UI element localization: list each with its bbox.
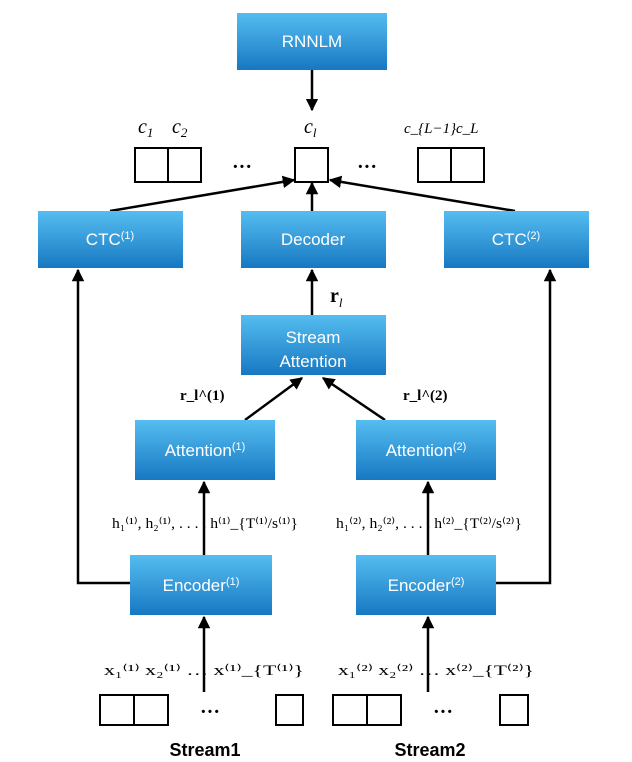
- svg-text:Attention: Attention: [279, 352, 346, 371]
- arrow-enc1-ctc1: [71, 268, 130, 585]
- label-rl: rl: [330, 285, 343, 310]
- svg-text:Stream: Stream: [286, 328, 341, 347]
- rnnlm-block: RNNLM: [237, 13, 387, 70]
- stream-attention-block: Stream Attention: [241, 315, 386, 375]
- arrow-enc2-ctc2: [496, 268, 557, 585]
- attention2-block: Attention(2): [356, 420, 496, 480]
- label-x2: x₁⁽²⁾ x₂⁽²⁾ … x⁽²⁾_{T⁽²⁾}: [338, 663, 534, 679]
- label-rl1: r_l^(1): [180, 388, 225, 404]
- arrow-attn1-streamattn: [244, 376, 304, 422]
- stream1-label: Stream1: [169, 740, 240, 760]
- label-cL: c_L: [456, 121, 479, 137]
- label-c2: c2: [172, 116, 188, 140]
- attention1-block: Attention(1): [135, 420, 275, 480]
- label-cLm1: c_{L−1}: [404, 121, 456, 137]
- svg-text:···: ···: [433, 701, 453, 723]
- label-h1: h₁⁽¹⁾, h₂⁽¹⁾, . . . , h⁽¹⁾_{T⁽¹⁾/s⁽¹⁾}: [112, 516, 298, 532]
- svg-text:RNNLM: RNNLM: [282, 32, 342, 51]
- label-rl2: r_l^(2): [403, 388, 448, 404]
- label-x1: x₁⁽¹⁾ x₂⁽¹⁾ … x⁽¹⁾_{T⁽¹⁾}: [104, 663, 304, 679]
- label-c1: c1: [138, 116, 153, 140]
- arrow-attn2-streamattn: [321, 376, 386, 422]
- arrow-ctc2-cl: [328, 175, 516, 213]
- diagram: RNNLM CTC(1) Decoder CTC(2) Stream Attent…: [0, 0, 632, 762]
- decoder-block: Decoder: [241, 211, 386, 268]
- arrow-ctc1-cl: [109, 175, 296, 213]
- stream2-label: Stream2: [394, 740, 465, 760]
- architecture-diagram: RNNLM CTC(1) Decoder CTC(2) Stream Attent…: [38, 13, 589, 760]
- ctc2-block: CTC(2): [444, 211, 589, 268]
- math-labels: c1 c2 cl c_{L−1} c_L ··· ··· rl r_l^(1) …: [104, 116, 534, 723]
- svg-text:Decoder: Decoder: [281, 230, 346, 249]
- encoder1-block: Encoder(1): [130, 555, 272, 615]
- label-h2: h₁⁽²⁾, h₂⁽²⁾, . . . , h⁽²⁾_{T⁽²⁾/s⁽²⁾}: [336, 516, 522, 532]
- svg-text:···: ···: [357, 156, 377, 178]
- svg-text:···: ···: [200, 701, 220, 723]
- svg-text:···: ···: [232, 156, 252, 178]
- ctc1-block: CTC(1): [38, 211, 183, 268]
- label-cl: cl: [304, 116, 317, 140]
- encoder2-block: Encoder(2): [356, 555, 496, 615]
